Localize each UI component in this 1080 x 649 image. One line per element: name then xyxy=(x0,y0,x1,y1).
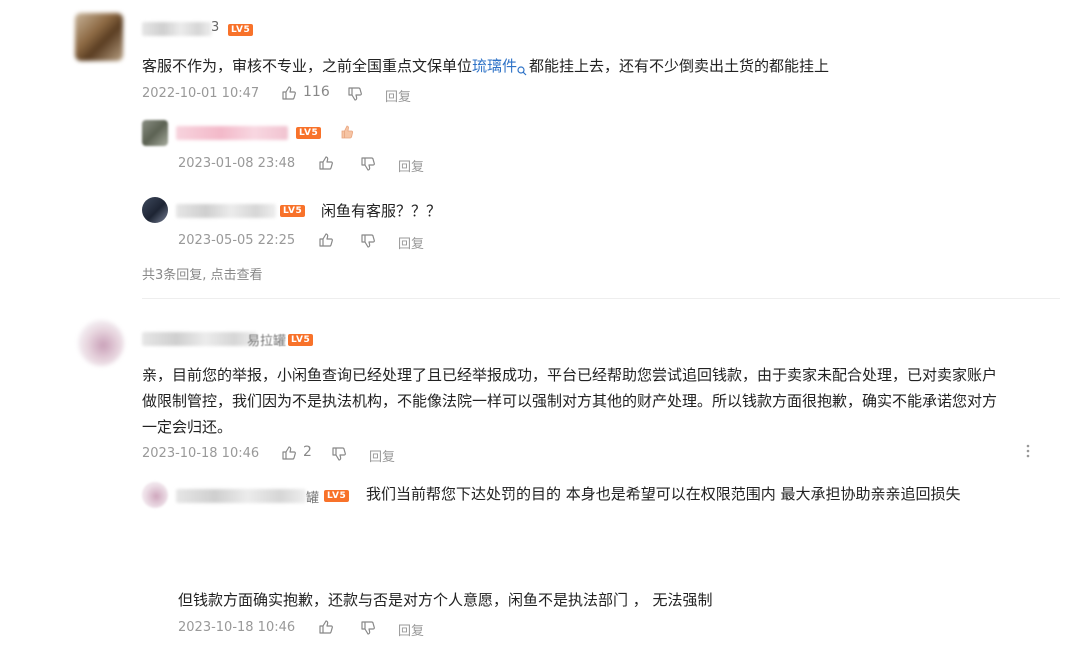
avatar[interactable] xyxy=(78,320,124,366)
dislike-icon[interactable] xyxy=(360,156,376,172)
comment-time: 2022-10-01 10:47 xyxy=(142,86,260,101)
comment-line-3: 一定会归还。 xyxy=(142,418,233,436)
dislike-icon[interactable] xyxy=(347,86,363,102)
thumb-emoji xyxy=(340,124,354,140)
more-replies-link[interactable]: 共3条回复, 点击查看 xyxy=(142,264,263,283)
username[interactable] xyxy=(176,126,288,140)
username[interactable] xyxy=(176,489,306,503)
comment-line-1: 亲，目前您的举报，小闲鱼查询已经处理了且已经举报成功，平台已经帮助您尝试追回钱款… xyxy=(142,366,998,384)
avatar[interactable] xyxy=(75,13,123,61)
reply-time: 2023-10-18 10:46 xyxy=(178,620,296,635)
level-badge: LV5 xyxy=(296,127,322,139)
reply-button[interactable]: 回复 xyxy=(369,446,395,465)
dislike-icon[interactable] xyxy=(331,446,347,462)
topic-link[interactable]: 琉璃件 xyxy=(472,57,517,75)
search-icon[interactable] xyxy=(517,57,527,76)
dislike-icon[interactable] xyxy=(360,233,376,249)
reply-button[interactable]: 回复 xyxy=(398,233,424,252)
comment-text: 客服不作为，审核不专业，之前全国重点文保单位琉璃件 都能挂上去，还有不少倒卖出土… xyxy=(142,57,830,76)
reply-button[interactable]: 回复 xyxy=(398,620,424,639)
level-badge: LV5 xyxy=(280,205,306,217)
level-badge: LV5 xyxy=(288,334,314,346)
level-badge: LV5 xyxy=(228,24,254,36)
username[interactable] xyxy=(142,332,257,346)
reply-time: 2023-01-08 23:48 xyxy=(178,156,296,171)
avatar[interactable] xyxy=(142,120,168,146)
like-icon[interactable] xyxy=(281,85,297,101)
comment-time: 2023-10-18 10:46 xyxy=(142,446,260,461)
reply-text: 我们当前帮您下达处罚的目的 本身也是希望可以在权限范围内 最大承担协助亲亲追回损… xyxy=(366,485,961,503)
like-icon[interactable] xyxy=(281,445,297,461)
username[interactable] xyxy=(142,22,212,36)
like-icon[interactable] xyxy=(318,155,334,171)
divider xyxy=(142,298,1060,299)
comment-line-2: 做限制管控，我们因为不是执法机构，不能像法院一样可以强制对方其他的财产处理。所以… xyxy=(142,392,998,410)
username-suffix: 3 xyxy=(211,20,220,35)
reply-button[interactable]: 回复 xyxy=(398,156,424,175)
dislike-icon[interactable] xyxy=(360,620,376,636)
like-icon[interactable] xyxy=(318,619,334,635)
reply-button[interactable]: 回复 xyxy=(385,86,411,105)
like-count: 116 xyxy=(303,84,330,100)
avatar[interactable] xyxy=(142,197,168,223)
username[interactable] xyxy=(176,204,276,218)
like-icon[interactable] xyxy=(318,232,334,248)
level-badge: LV5 xyxy=(324,490,350,502)
username-suffix: 易拉罐 xyxy=(247,334,287,349)
username-suffix: 罐 xyxy=(306,491,320,506)
like-count: 2 xyxy=(303,444,312,460)
reply-text-continuation: 但钱款方面确实抱歉，还款与否是对方个人意愿，闲鱼不是执法部门 ， 无法强制 xyxy=(178,591,713,609)
more-vertical-icon[interactable] xyxy=(1020,443,1036,459)
reply-text: 闲鱼有客服？？？ xyxy=(321,202,442,220)
avatar[interactable] xyxy=(142,482,168,508)
reply-time: 2023-05-05 22:25 xyxy=(178,233,296,248)
